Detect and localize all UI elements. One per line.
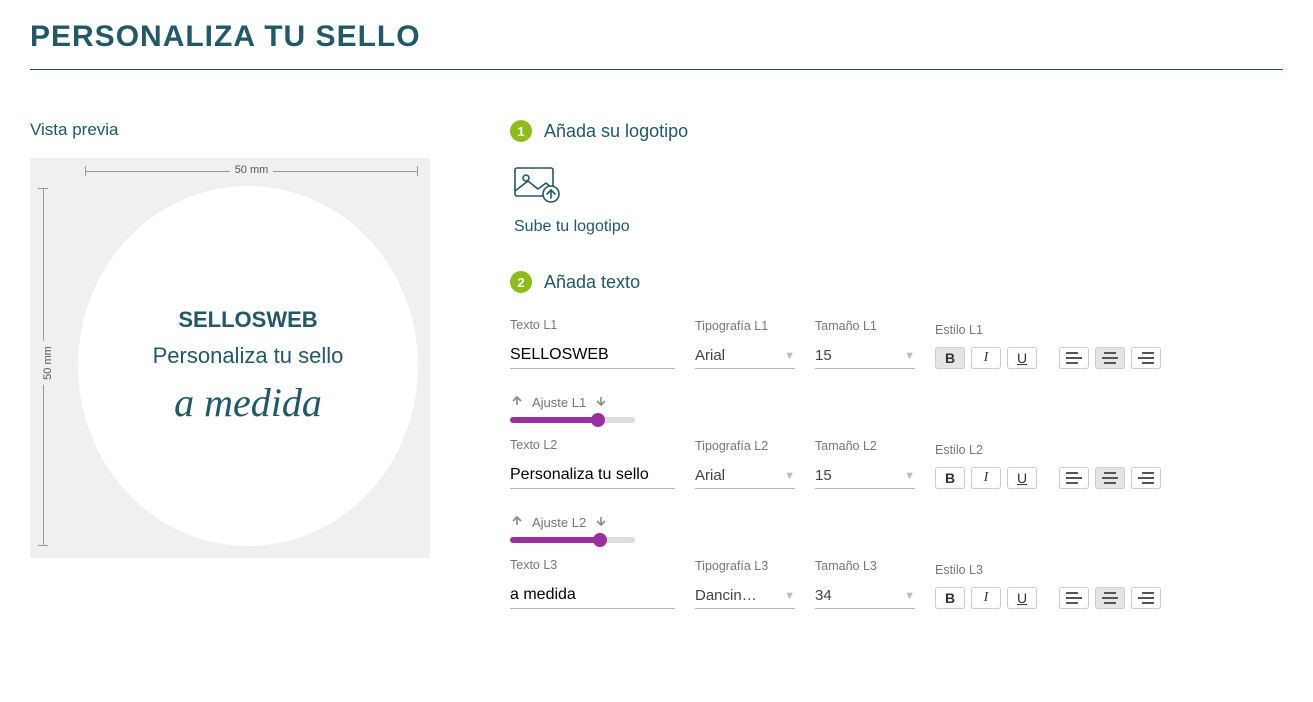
font-label-l3: Tipografía L3	[695, 559, 795, 573]
adjust-down-l2[interactable]	[594, 514, 608, 531]
bold-button-l2[interactable]: B	[935, 467, 965, 489]
adjust-slider-l2[interactable]	[510, 537, 635, 543]
size-label-l2: Tamaño L2	[815, 439, 915, 453]
text-label-l3: Texto L3	[510, 558, 675, 572]
size-label-l1: Tamaño L1	[815, 319, 915, 333]
stamp-preview: SELLOSWEB Personaliza tu sello a medida	[78, 186, 418, 546]
size-select-l3[interactable]: 34▼	[815, 583, 915, 609]
style-label-l3: Estilo L3	[935, 563, 1283, 577]
font-select-l3[interactable]: Dancin…▼	[695, 583, 795, 609]
bold-button-l3[interactable]: B	[935, 587, 965, 609]
size-select-l1[interactable]: 15▼	[815, 343, 915, 369]
preview-line-3: a medida	[174, 379, 322, 426]
style-label-l2: Estilo L2	[935, 443, 1283, 457]
font-select-l2[interactable]: Arial▼	[695, 463, 795, 489]
chevron-down-icon: ▼	[904, 590, 915, 602]
text-label-l1: Texto L1	[510, 318, 675, 332]
step-1-header: 1 Añada su logotipo	[510, 120, 1283, 142]
width-dimension: 50 mm	[85, 166, 418, 176]
font-select-l1[interactable]: Arial▼	[695, 343, 795, 369]
upload-logo-button[interactable]: Sube tu logotipo	[514, 167, 1283, 236]
chevron-down-icon: ▼	[784, 470, 795, 482]
align-left-button-l3[interactable]	[1059, 587, 1089, 609]
align-right-button-l1[interactable]	[1131, 347, 1161, 369]
preview-line-2: Personaliza tu sello	[153, 343, 344, 369]
style-label-l1: Estilo L1	[935, 323, 1283, 337]
text-input-l2[interactable]	[510, 462, 675, 489]
underline-button-l3[interactable]: U	[1007, 587, 1037, 609]
adjust-down-l1[interactable]	[594, 394, 608, 411]
align-center-button-l3[interactable]	[1095, 587, 1125, 609]
align-center-button-l1[interactable]	[1095, 347, 1125, 369]
text-label-l2: Texto L2	[510, 438, 675, 452]
align-center-button-l2[interactable]	[1095, 467, 1125, 489]
text-input-l3[interactable]	[510, 582, 675, 609]
chevron-down-icon: ▼	[904, 350, 915, 362]
preview-line-1: SELLOSWEB	[178, 307, 317, 333]
font-label-l2: Tipografía L2	[695, 439, 795, 453]
size-label-l3: Tamaño L3	[815, 559, 915, 573]
size-select-l2[interactable]: 15▼	[815, 463, 915, 489]
adjust-up-l1[interactable]	[510, 394, 524, 411]
underline-button-l1[interactable]: U	[1007, 347, 1037, 369]
font-label-l1: Tipografía L1	[695, 319, 795, 333]
page-title: PERSONALIZA TU SELLO	[30, 20, 1283, 70]
step-2-number: 2	[510, 271, 532, 293]
step-1-number: 1	[510, 120, 532, 142]
chevron-down-icon: ▼	[784, 350, 795, 362]
align-right-button-l2[interactable]	[1131, 467, 1161, 489]
step-2-header: 2 Añada texto	[510, 271, 1283, 293]
upload-image-icon	[514, 167, 1283, 208]
chevron-down-icon: ▼	[784, 590, 795, 602]
chevron-down-icon: ▼	[904, 470, 915, 482]
adjust-label-l1: Ajuste L1	[532, 395, 586, 410]
preview-label: Vista previa	[30, 120, 430, 140]
adjust-slider-l1[interactable]	[510, 417, 635, 423]
preview-box: 50 mm 50 mm SELLOSWEB Personaliza tu sel…	[30, 158, 430, 558]
align-left-button-l2[interactable]	[1059, 467, 1089, 489]
step-1-label: Añada su logotipo	[544, 121, 688, 142]
bold-button-l1[interactable]: B	[935, 347, 965, 369]
align-left-button-l1[interactable]	[1059, 347, 1089, 369]
italic-button-l2[interactable]: I	[971, 467, 1001, 489]
align-right-button-l3[interactable]	[1131, 587, 1161, 609]
step-2-label: Añada texto	[544, 272, 640, 293]
text-input-l1[interactable]	[510, 342, 675, 369]
underline-button-l2[interactable]: U	[1007, 467, 1037, 489]
upload-logo-label: Sube tu logotipo	[514, 218, 1283, 236]
italic-button-l1[interactable]: I	[971, 347, 1001, 369]
height-dimension: 50 mm	[38, 188, 48, 546]
italic-button-l3[interactable]: I	[971, 587, 1001, 609]
adjust-up-l2[interactable]	[510, 514, 524, 531]
adjust-label-l2: Ajuste L2	[532, 515, 586, 530]
